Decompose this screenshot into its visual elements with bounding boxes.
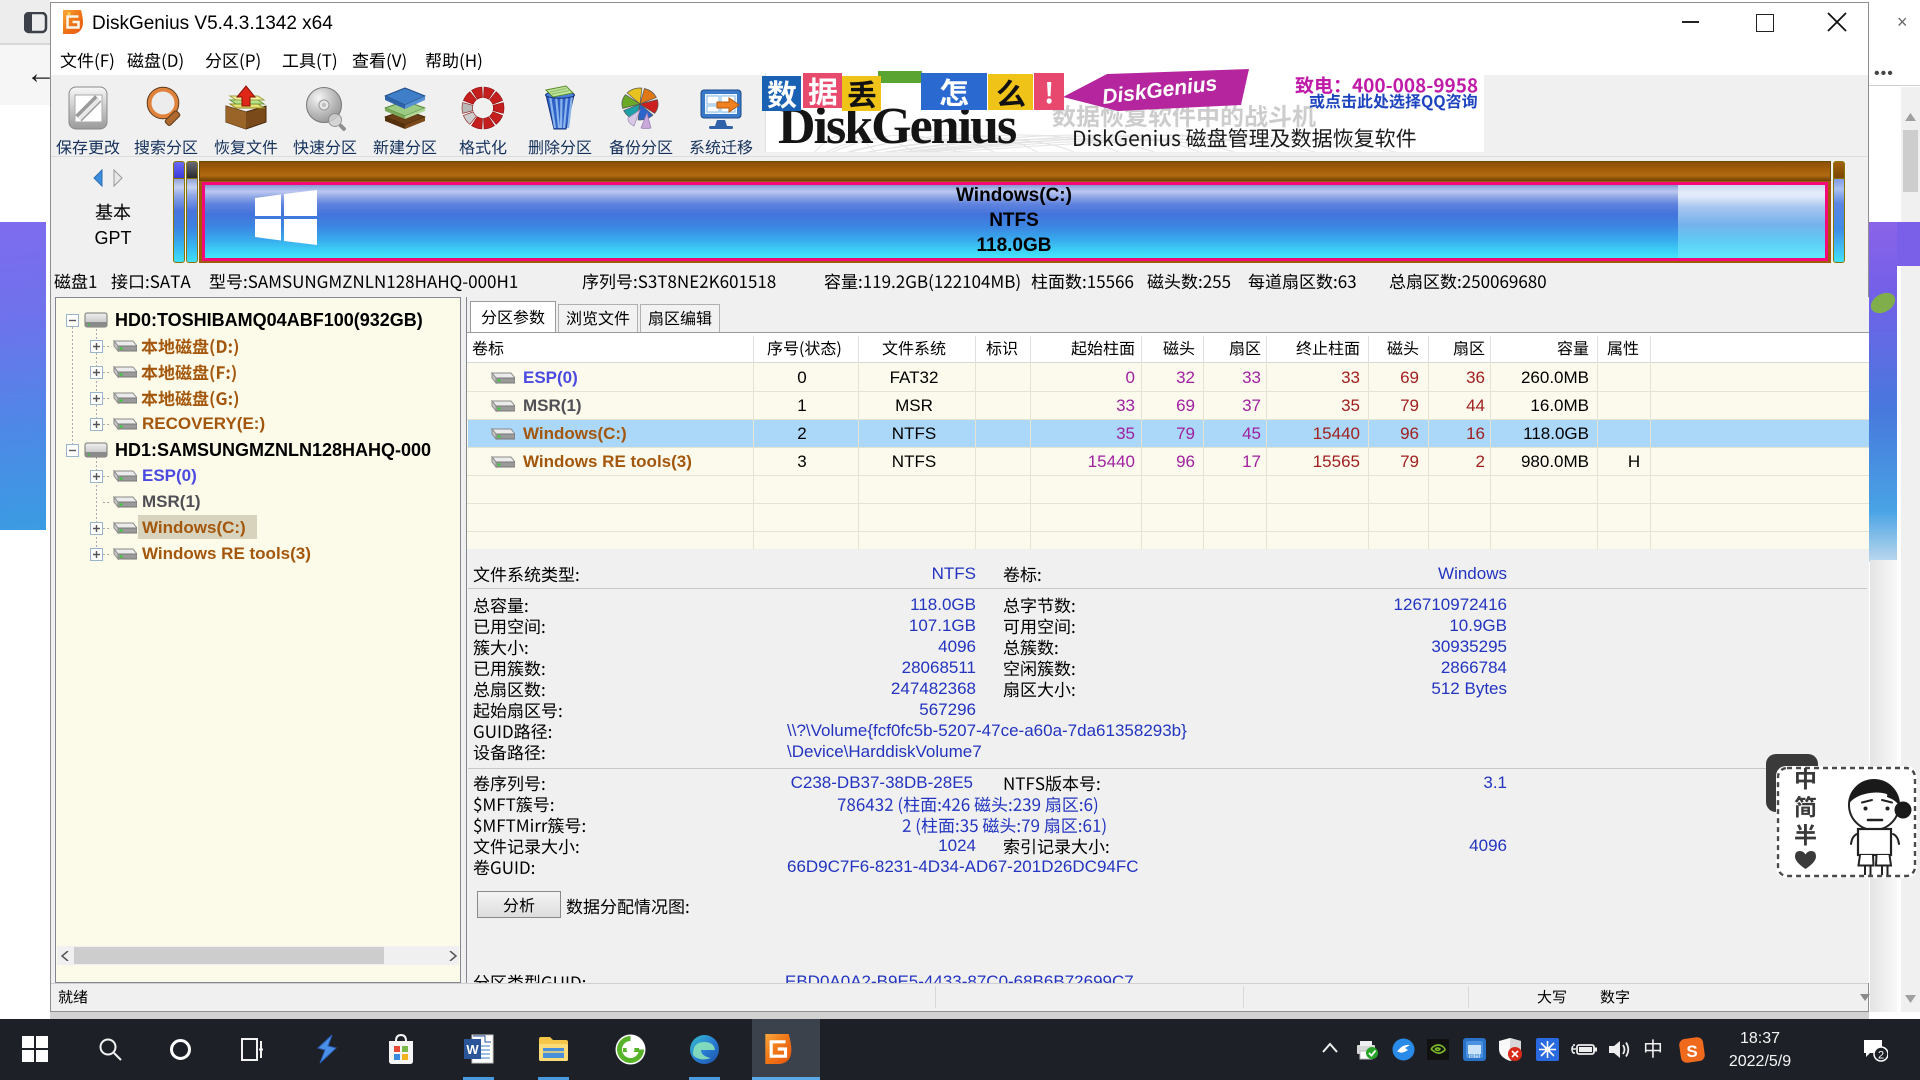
- svg-text:intel: intel: [1469, 1054, 1480, 1060]
- svg-text:2: 2: [1878, 1050, 1884, 1062]
- svg-text:S: S: [1686, 1042, 1697, 1061]
- svg-text:W: W: [466, 1042, 479, 1057]
